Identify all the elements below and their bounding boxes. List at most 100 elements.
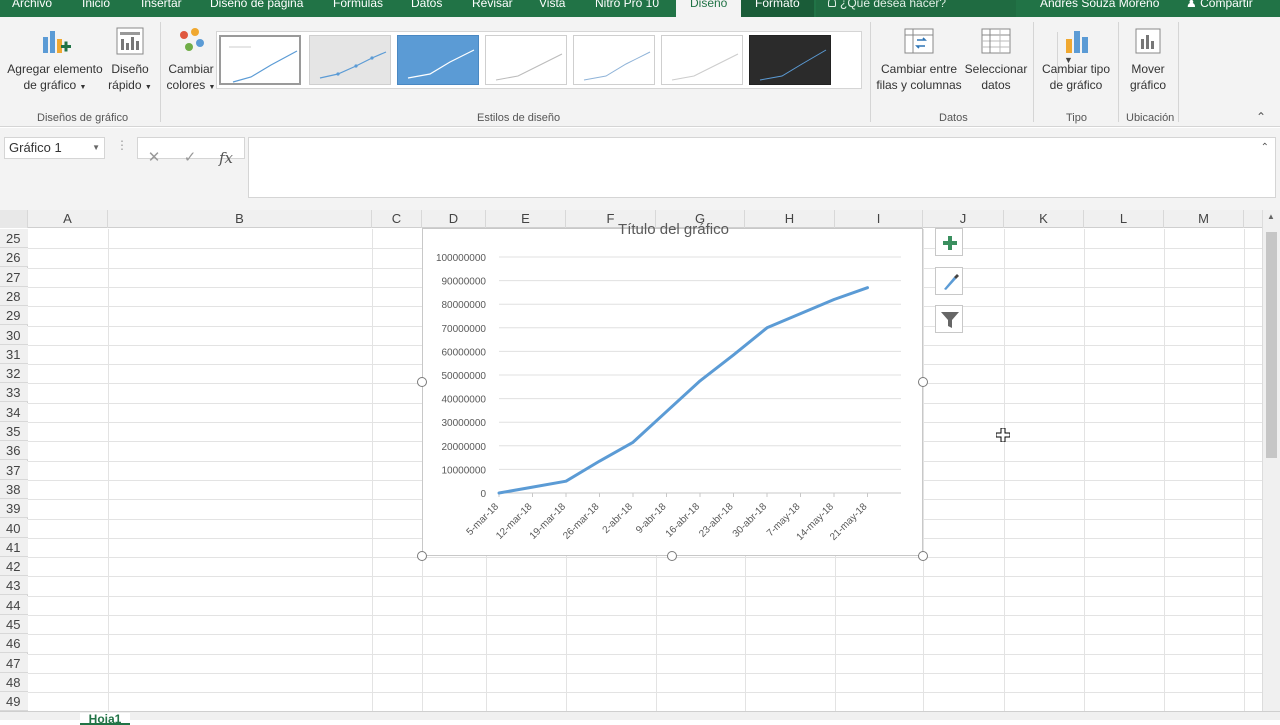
row-header[interactable]: 33 [0,383,28,402]
tell-me-box[interactable]: ¿Qué desea hacer? [816,0,1016,17]
row-header[interactable]: 32 [0,364,28,383]
change-chart-type-button[interactable]: Cambiar tipo de gráfico [1038,25,1114,93]
row-header[interactable]: 26 [0,248,28,267]
row-header[interactable]: 44 [0,596,28,615]
column-gridline [1164,229,1165,712]
ribbon-separator [870,22,871,122]
row-header[interactable]: 37 [0,461,28,480]
tab-diseno[interactable]: Diseño [676,0,741,17]
tab-diseno-pagina[interactable]: Diseño de página [210,0,303,17]
insert-function-button[interactable]: fx [210,147,242,169]
collapse-formula-bar-icon[interactable]: ⌃ [1261,142,1269,153]
chart-style-3[interactable] [397,35,479,85]
column-header[interactable]: C [372,210,422,228]
chart-style-4[interactable] [485,35,567,85]
row-header[interactable]: 42 [0,557,28,576]
chart-styles-button[interactable] [935,267,963,295]
row-header[interactable]: 29 [0,306,28,325]
row-header[interactable]: 34 [0,403,28,422]
tab-formato[interactable]: Formato [741,0,814,17]
scroll-up-icon[interactable]: ▲ [1267,212,1275,221]
row-header[interactable]: 25 [0,229,28,248]
tab-datos[interactable]: Datos [411,0,442,17]
column-header[interactable]: L [1084,210,1164,228]
row-header[interactable]: 38 [0,480,28,499]
row-header[interactable]: 45 [0,615,28,634]
row-gridline [28,557,1262,558]
row-header[interactable]: 35 [0,422,28,441]
row-header[interactable]: 47 [0,654,28,673]
y-tick-label: 100000000 [436,253,486,264]
change-colors-button[interactable]: Cambiar colores ▼ [166,25,216,96]
move-chart-button[interactable]: Mover gráfico [1124,25,1172,93]
row-header[interactable]: 39 [0,499,28,518]
share-button[interactable]: ♟ Compartir [1186,0,1253,10]
column-header[interactable]: A [28,210,108,228]
group-label-styles: Estilos de diseño [477,112,560,124]
cancel-icon[interactable]: ✕ [138,147,170,169]
tab-inicio[interactable]: Inicio [82,0,110,17]
chart-filters-button[interactable] [935,305,963,333]
line-chart[interactable]: Título del gráfico 100000000900000008000… [422,228,923,556]
column-header[interactable]: K [1004,210,1084,228]
resize-handle-bottom-left[interactable] [417,551,427,561]
y-tick-label: 30000000 [442,418,487,429]
name-box[interactable]: Gráfico 1 ▼ [4,137,105,159]
row-header[interactable]: 46 [0,634,28,653]
tab-insertar[interactable]: Insertar [141,0,182,17]
row-header[interactable]: 27 [0,268,28,287]
name-box-value: Gráfico 1 [9,140,62,155]
enter-icon[interactable]: ✓ [174,147,206,169]
lightbulb-icon [828,0,836,7]
resize-handle-left[interactable] [417,377,427,387]
select-data-button[interactable]: Seleccionar datos [964,25,1028,93]
move-cursor-icon [996,428,1010,442]
tab-vista[interactable]: Vista [539,0,565,17]
formula-bar-grip-icon[interactable]: ⋮ [116,138,128,152]
row-header[interactable]: 41 [0,538,28,557]
row-header[interactable]: 40 [0,519,28,538]
chart-style-6[interactable] [661,35,743,85]
tab-nitro[interactable]: Nitro Pro 10 [595,0,659,17]
vertical-scrollbar[interactable]: ▲ [1262,210,1280,712]
switch-row-column-label-2: filas y columnas [876,77,962,93]
collapse-ribbon-icon[interactable]: ⌃ [1256,110,1266,124]
chart-style-7[interactable] [749,35,831,85]
tab-formulas[interactable]: Fórmulas [333,0,383,17]
tab-revisar[interactable]: Revisar [472,0,513,17]
row-header[interactable]: 28 [0,287,28,306]
sheet-tab-hoja1[interactable]: Hoja1 [80,713,130,725]
add-chart-element-button[interactable]: Agregar elemento de gráfico ▼ [6,25,104,96]
ribbon: Agregar elemento de gráfico ▼ Diseño ráp… [0,17,1280,127]
row-header[interactable]: 48 [0,673,28,692]
group-label-layouts: Diseños de gráfico [37,112,128,124]
column-gridline [1244,229,1245,712]
resize-handle-right[interactable] [918,377,928,387]
row-header[interactable]: 43 [0,576,28,595]
column-header[interactable]: M [1164,210,1244,228]
switch-row-column-button[interactable]: Cambiar entre filas y columnas [876,25,962,93]
row-header[interactable]: 49 [0,692,28,711]
resize-handle-bottom-right[interactable] [918,551,928,561]
select-all-button[interactable] [0,210,28,228]
formula-input[interactable]: ⌃ [248,137,1276,198]
row-header[interactable]: 36 [0,441,28,460]
quick-layout-button[interactable]: Diseño rápido ▼ [106,25,154,96]
chart-plot: 1000000009000000080000000700000006000000… [423,229,924,557]
resize-handle-bottom[interactable] [667,551,677,561]
chart-style-5[interactable] [573,35,655,85]
chart-elements-button[interactable] [935,228,963,256]
column-header[interactable]: B [108,210,372,228]
chart-style-2[interactable] [309,35,391,85]
user-name[interactable]: Andrés Souza Moreno [1040,0,1159,10]
tab-archivo[interactable]: Archivo [12,0,52,17]
ribbon-separator [1178,22,1179,122]
scrollbar-thumb[interactable] [1266,232,1277,458]
add-chart-element-label-1: Agregar elemento [6,61,104,77]
row-header[interactable]: 30 [0,326,28,345]
chevron-down-icon[interactable]: ▼ [92,138,100,158]
column-header[interactable]: J [923,210,1004,228]
chart-style-1[interactable] [219,35,301,85]
row-header[interactable]: 31 [0,345,28,364]
x-tick-label: 26-mar-18 [561,501,602,542]
